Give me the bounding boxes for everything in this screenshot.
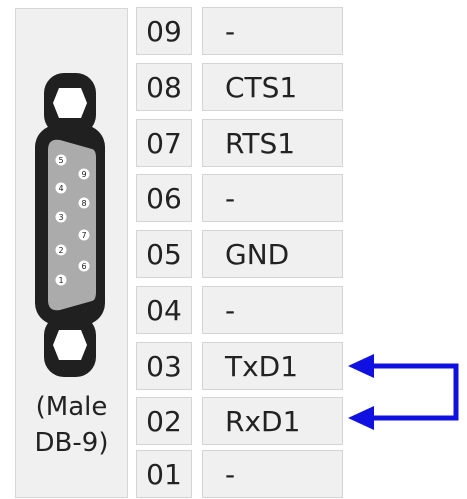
pin-number-01: 01 <box>136 450 192 498</box>
svg-text:6: 6 <box>81 262 86 271</box>
pin-number-03: 03 <box>136 342 192 390</box>
connector-caption-line1: (Male <box>35 392 108 422</box>
pin-7: 7 <box>78 229 90 241</box>
pin-6: 6 <box>78 260 90 272</box>
pin-8: 8 <box>78 197 90 209</box>
signal-pin-08: CTS1 <box>202 63 343 111</box>
signal-pin-07: RTS1 <box>202 119 343 167</box>
svg-text:3: 3 <box>58 213 63 222</box>
pin-number-05: 05 <box>136 230 192 278</box>
svg-text:9: 9 <box>81 170 86 179</box>
svg-text:2: 2 <box>58 246 63 255</box>
pin-9: 9 <box>78 168 90 180</box>
signal-pin-02: RxD1 <box>202 397 343 445</box>
arrowhead-rxd1 <box>348 406 374 430</box>
signal-pin-06: - <box>202 174 343 222</box>
pin-number-04: 04 <box>136 286 192 334</box>
svg-text:8: 8 <box>81 199 86 208</box>
loopback-arrow-icon <box>348 354 459 430</box>
svg-text:5: 5 <box>58 156 63 165</box>
pin-number-08: 08 <box>136 63 192 111</box>
pin-5: 5 <box>55 154 67 166</box>
svg-text:1: 1 <box>58 276 63 285</box>
pin-1: 1 <box>55 274 67 286</box>
arrowhead-txd1 <box>348 354 374 378</box>
svg-text:7: 7 <box>81 231 86 240</box>
signal-pin-05: GND <box>202 230 343 278</box>
pin-4: 4 <box>55 182 67 194</box>
pin-number-09: 09 <box>136 7 192 55</box>
connector-caption-line2: DB-9) <box>34 428 109 458</box>
pin-number-07: 07 <box>136 119 192 167</box>
signal-pin-01: - <box>202 450 343 498</box>
pin-3: 3 <box>55 211 67 223</box>
pin-2: 2 <box>55 244 67 256</box>
pin-number-02: 02 <box>136 397 192 445</box>
loopback-line <box>370 363 459 421</box>
svg-text:4: 4 <box>58 184 63 193</box>
pin-number-06: 06 <box>136 174 192 222</box>
db9-connector-icon: 5 4 3 2 1 9 8 7 6 <box>35 73 105 377</box>
signal-pin-09: - <box>202 7 343 55</box>
connector-face <box>48 139 96 311</box>
signal-pin-04: - <box>202 286 343 334</box>
signal-pin-03: TxD1 <box>202 342 343 390</box>
